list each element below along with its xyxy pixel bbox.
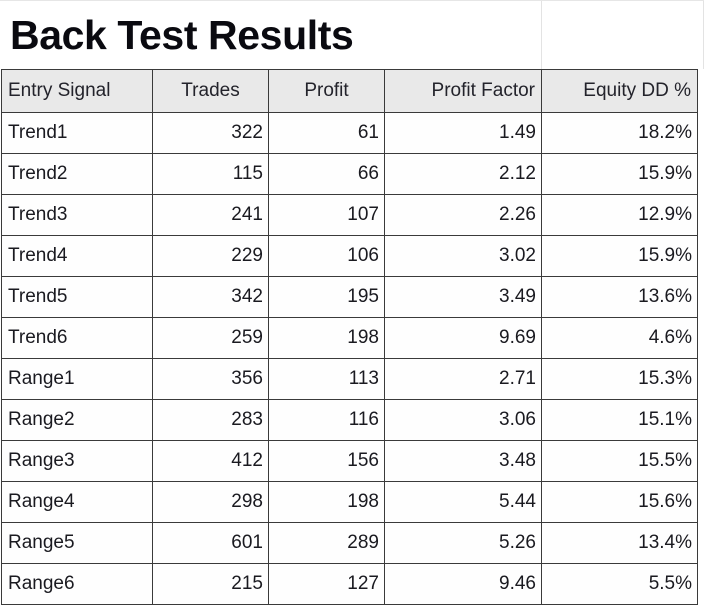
cell-equity-dd: 15.6% <box>541 481 698 523</box>
table-row: Range2 283 116 3.06 15.1% <box>1 399 698 441</box>
column-header-equity-dd[interactable]: Equity DD % <box>541 69 698 113</box>
table-row: Range4 298 198 5.44 15.6% <box>1 481 698 523</box>
cell-profit: 195 <box>268 276 385 318</box>
cell-trades: 229 <box>152 235 269 277</box>
cell-trades: 241 <box>152 194 269 236</box>
table-row: Trend6 259 198 9.69 4.6% <box>1 317 698 359</box>
cell-trades: 215 <box>152 563 269 605</box>
cell-profit: 66 <box>268 153 385 195</box>
cell-entry-signal: Range4 <box>1 481 153 523</box>
cell-trades: 412 <box>152 440 269 482</box>
column-header-profit[interactable]: Profit <box>268 69 385 113</box>
page-title: Back Test Results <box>10 12 354 58</box>
cell-profit-factor: 2.12 <box>384 153 542 195</box>
cell-entry-signal: Trend6 <box>1 317 153 359</box>
cell-entry-signal: Range3 <box>1 440 153 482</box>
cell-profit-factor: 3.49 <box>384 276 542 318</box>
cell-equity-dd: 13.4% <box>541 522 698 564</box>
column-divider-line <box>541 1 542 69</box>
cell-profit: 116 <box>268 399 385 441</box>
table-header-row: Entry Signal Trades Profit Profit Factor… <box>1 69 698 113</box>
cell-trades: 601 <box>152 522 269 564</box>
cell-profit-factor: 3.02 <box>384 235 542 277</box>
spreadsheet-canvas: Back Test Results Entry Signal Trades Pr… <box>0 0 704 605</box>
table-row: Trend1 322 61 1.49 18.2% <box>1 112 698 154</box>
cell-equity-dd: 15.5% <box>541 440 698 482</box>
cell-profit: 107 <box>268 194 385 236</box>
cell-entry-signal: Trend2 <box>1 153 153 195</box>
cell-profit: 113 <box>268 358 385 400</box>
cell-equity-dd: 15.9% <box>541 235 698 277</box>
cell-trades: 322 <box>152 112 269 154</box>
cell-entry-signal: Trend4 <box>1 235 153 277</box>
cell-profit-factor: 3.06 <box>384 399 542 441</box>
cell-profit-factor: 1.49 <box>384 112 542 154</box>
cell-entry-signal: Range2 <box>1 399 153 441</box>
cell-profit-factor: 2.71 <box>384 358 542 400</box>
cell-trades: 356 <box>152 358 269 400</box>
table-row: Range3 412 156 3.48 15.5% <box>1 440 698 482</box>
cell-equity-dd: 13.6% <box>541 276 698 318</box>
cell-entry-signal: Trend5 <box>1 276 153 318</box>
column-header-entry-signal[interactable]: Entry Signal <box>1 69 153 113</box>
table-row: Range5 601 289 5.26 13.4% <box>1 522 698 564</box>
table-row: Trend5 342 195 3.49 13.6% <box>1 276 698 318</box>
cell-equity-dd: 18.2% <box>541 112 698 154</box>
table-row: Trend4 229 106 3.02 15.9% <box>1 235 698 277</box>
cell-trades: 259 <box>152 317 269 359</box>
table-row: Range6 215 127 9.46 5.5% <box>1 563 698 605</box>
cell-profit-factor: 9.46 <box>384 563 542 605</box>
cell-profit-factor: 3.48 <box>384 440 542 482</box>
column-header-trades[interactable]: Trades <box>152 69 269 113</box>
cell-trades: 283 <box>152 399 269 441</box>
cell-equity-dd: 12.9% <box>541 194 698 236</box>
cell-equity-dd: 15.9% <box>541 153 698 195</box>
cell-profit: 198 <box>268 317 385 359</box>
cell-trades: 342 <box>152 276 269 318</box>
cell-entry-signal: Range6 <box>1 563 153 605</box>
cell-trades: 298 <box>152 481 269 523</box>
cell-profit: 106 <box>268 235 385 277</box>
cell-profit-factor: 2.26 <box>384 194 542 236</box>
cell-trades: 115 <box>152 153 269 195</box>
table-row: Trend3 241 107 2.26 12.9% <box>1 194 698 236</box>
cell-entry-signal: Range1 <box>1 358 153 400</box>
cell-profit-factor: 5.44 <box>384 481 542 523</box>
cell-equity-dd: 4.6% <box>541 317 698 359</box>
cell-entry-signal: Trend1 <box>1 112 153 154</box>
cell-profit: 289 <box>268 522 385 564</box>
table-header: Entry Signal Trades Profit Profit Factor… <box>1 69 698 113</box>
title-row: Back Test Results <box>0 0 704 69</box>
cell-equity-dd: 15.1% <box>541 399 698 441</box>
cell-profit-factor: 9.69 <box>384 317 542 359</box>
cell-profit: 198 <box>268 481 385 523</box>
cell-entry-signal: Trend3 <box>1 194 153 236</box>
cell-entry-signal: Range5 <box>1 522 153 564</box>
cell-equity-dd: 5.5% <box>541 563 698 605</box>
table-row: Range1 356 113 2.71 15.3% <box>1 358 698 400</box>
cell-profit-factor: 5.26 <box>384 522 542 564</box>
cell-profit: 127 <box>268 563 385 605</box>
table-body: Trend1 322 61 1.49 18.2% Trend2 115 66 2… <box>1 112 698 605</box>
column-header-profit-factor[interactable]: Profit Factor <box>384 69 542 113</box>
back-test-results-table: Entry Signal Trades Profit Profit Factor… <box>1 69 698 605</box>
table-row: Trend2 115 66 2.12 15.9% <box>1 153 698 195</box>
cell-profit: 156 <box>268 440 385 482</box>
cell-equity-dd: 15.3% <box>541 358 698 400</box>
cell-profit: 61 <box>268 112 385 154</box>
